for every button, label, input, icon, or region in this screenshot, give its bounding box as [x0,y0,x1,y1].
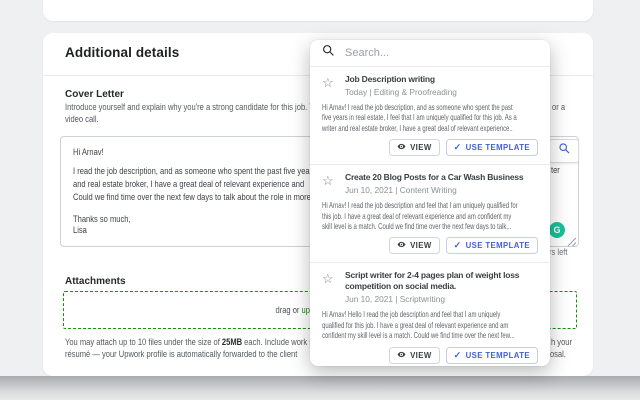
template-preview-line: Hi Arnav! Hello I read the job descripti… [322,310,480,320]
eye-icon [397,240,406,251]
template-meta: Jun 10, 2021 | Content Writing [345,185,523,195]
cover-letter-line: Thanks so much, [73,214,131,224]
template-preview-line: confident my skill level is a match. Cou… [322,331,480,341]
template-picker-popup: ☆ Job Description writing Today | Editin… [310,40,550,366]
template-preview: Hi Arnav! I read the job description and… [322,201,538,232]
star-icon[interactable]: ☆ [322,76,336,97]
view-button[interactable]: VIEW [389,347,440,364]
template-search-row [310,40,550,67]
check-icon: ✓ [454,240,462,251]
view-button[interactable]: VIEW [389,139,440,156]
template-list-item[interactable]: ☆ Script writer for 2-4 pages plan of we… [310,262,550,366]
template-preview: Hi Arnav! Hello I read the job descripti… [322,310,538,341]
grammarly-icon[interactable]: G [549,222,565,238]
template-meta: Jun 10, 2021 | Scriptwriting [345,294,538,304]
use-template-button[interactable]: ✓ USE TEMPLATE [446,347,538,364]
star-icon[interactable]: ☆ [322,174,336,195]
cover-letter-line: and real estate broker, I have a great d… [73,179,304,189]
attachments-note-line2: résumé — your Upwork profile is automati… [65,349,297,359]
view-button[interactable]: VIEW [389,237,440,254]
eye-icon [397,350,406,361]
cover-letter-label: Cover Letter [65,89,124,100]
star-icon[interactable]: ☆ [322,272,336,304]
check-icon: ✓ [454,350,462,361]
template-preview-line: this job. I have a great deal of relevan… [322,212,480,222]
cover-letter-description-line2: video call. [65,114,99,124]
template-preview-line: Hi Arnav! I read the job description, an… [322,103,480,113]
attachments-note-line1-tail: h your [551,337,572,347]
cover-letter-description-line1: Introduce yourself and explain why you'r… [65,102,336,112]
template-list: ☆ Job Description writing Today | Editin… [310,67,550,366]
template-preview-line: qualified for this job. I have a great d… [322,321,480,331]
template-preview-line: five years in real estate, I feel that I… [322,113,480,123]
template-preview: Hi Arnav! I read the job description, an… [322,103,538,134]
template-list-item[interactable]: ☆ Job Description writing Today | Editin… [310,67,550,164]
file-size-limit: 25MB [222,337,242,347]
cover-letter-description-tail: or a [552,102,565,112]
attachments-label: Attachments [65,276,126,287]
page-root: Additional details Cover Letter Introduc… [0,0,640,400]
search-icon [558,142,571,160]
cover-letter-line-tail: ter [551,165,560,175]
template-preview-line: Hi Arnav! I read the job description and… [322,201,480,211]
page-bottom-shadow [0,376,640,400]
use-template-button[interactable]: ✓ USE TEMPLATE [446,139,538,156]
cover-letter-line: Could we find time over the next few day… [73,192,335,202]
check-icon: ✓ [454,142,462,153]
textarea-resize-handle[interactable] [566,234,577,252]
eye-icon [397,142,406,153]
template-list-item[interactable]: ☆ Create 20 Blog Posts for a Car Wash Bu… [310,164,550,262]
cover-letter-line: Hi Arnav! [73,147,104,157]
template-title: Script writer for 2-4 pages plan of weig… [345,270,538,292]
template-preview-line: writer and real estate broker, I have a … [322,124,480,134]
template-title: Job Description writing [345,74,457,85]
search-icon [322,44,335,62]
template-title: Create 20 Blog Posts for a Car Wash Busi… [345,172,523,183]
cover-letter-line: Lisa [73,225,87,235]
template-search-trigger-button[interactable] [549,139,579,163]
use-template-button[interactable]: ✓ USE TEMPLATE [446,237,538,254]
template-preview-line: skill level is a match. Could we find ti… [322,222,480,232]
template-search-input[interactable] [343,46,538,60]
previous-section-card [43,0,593,21]
page-title: Additional details [65,45,179,60]
template-meta: Today | Editing & Proofreading [345,87,457,97]
